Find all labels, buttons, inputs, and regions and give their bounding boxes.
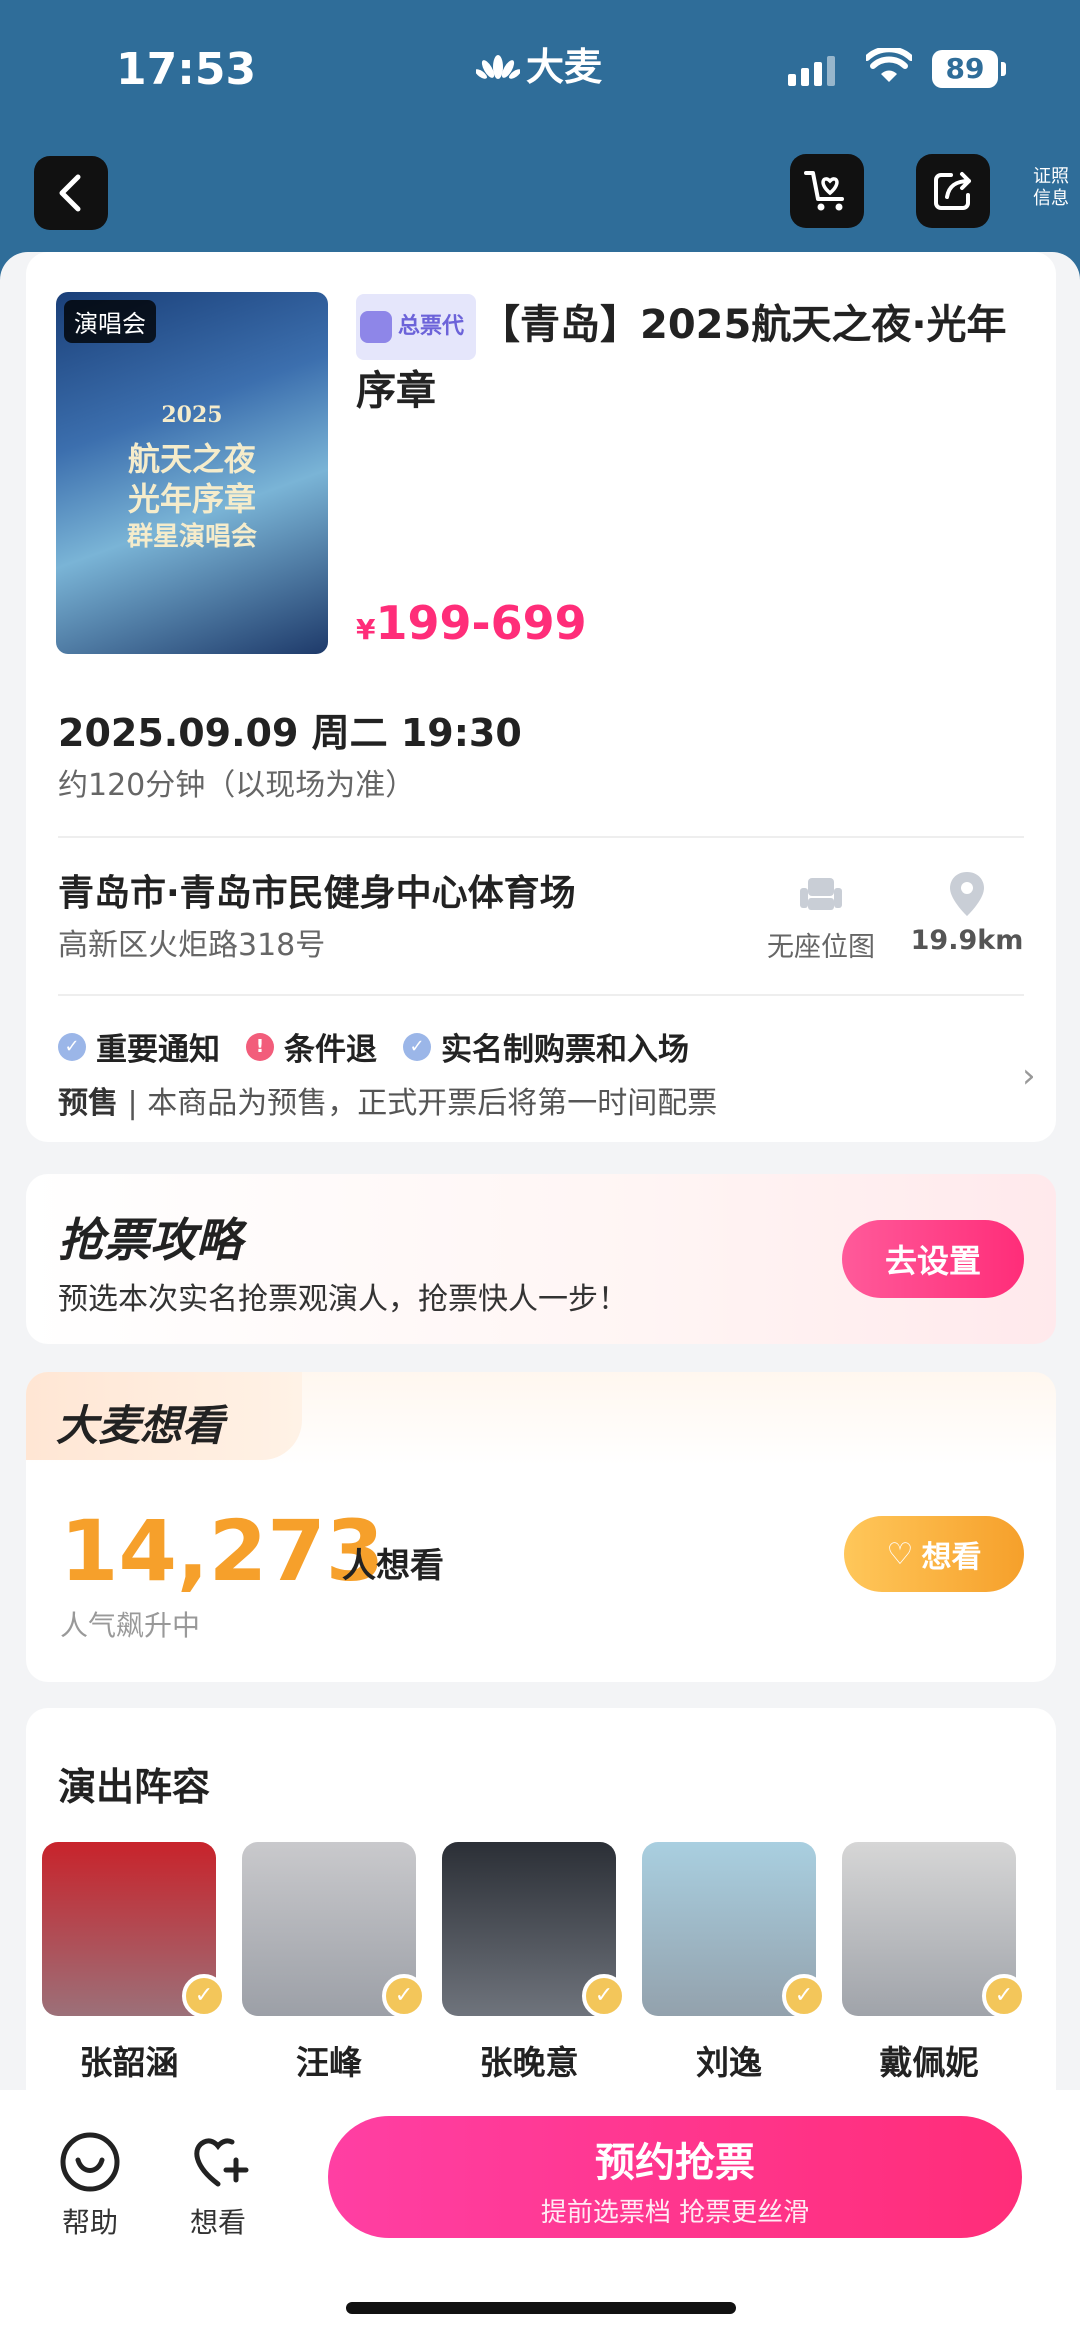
cart-button[interactable] bbox=[790, 154, 864, 228]
follow-badge-icon[interactable]: ✓ bbox=[582, 1974, 626, 2018]
poster-year: 2025 bbox=[161, 402, 223, 428]
reserve-ticket-label: 预约抢票 bbox=[595, 2140, 755, 2186]
event-info-card: 演唱会 2025 航天之夜 光年序章 群星演唱会 总票代 【青岛】2025航天之夜… bbox=[26, 252, 1056, 1142]
follow-badge-icon[interactable]: ✓ bbox=[182, 1974, 226, 2018]
event-duration: 约120分钟（以现场为准） bbox=[58, 768, 416, 803]
follow-badge-icon[interactable]: ✓ bbox=[382, 1974, 426, 2018]
want-count: 14,273 bbox=[60, 1502, 385, 1600]
share-icon bbox=[934, 172, 971, 210]
presale-text: | 本商品为预售，正式开票后将第一时间配票 bbox=[127, 1086, 718, 1121]
go-settings-button[interactable]: 去设置 bbox=[842, 1220, 1024, 1298]
brand-text: 大麦 bbox=[526, 45, 603, 89]
lineup-card: 演出阵容 ✓张韶涵✓汪峰✓张晚意✓刘逸云/A...✓戴佩妮 bbox=[26, 1708, 1056, 2130]
seat-map-label: 无座位图 bbox=[767, 932, 875, 963]
artist-photo: ✓ bbox=[642, 1842, 826, 2018]
agent-badge-label: 总票代 bbox=[398, 314, 465, 339]
venue-address: 高新区火炬路318号 bbox=[58, 928, 326, 963]
battery-indicator: 89 bbox=[932, 50, 1006, 88]
artist-card[interactable]: ✓ 戴佩妮 bbox=[842, 1842, 1026, 2084]
distance-value: 19.9km bbox=[910, 925, 1024, 956]
artist-name: 张韶涵 bbox=[79, 2043, 179, 2082]
help-button[interactable]: 帮助 bbox=[50, 2130, 130, 2241]
want-to-see-card: 大麦想看 14,273 人想看 人气飙升中 ♡ 想看 bbox=[26, 1372, 1056, 1682]
reserve-ticket-button[interactable]: 预约抢票 提前选票档 抢票更丝滑 bbox=[328, 2116, 1022, 2238]
chevron-right-icon[interactable]: › bbox=[1022, 1056, 1036, 1096]
artist-photo: ✓ bbox=[442, 1842, 626, 2018]
notice-label: 实名制购票和入场 bbox=[441, 1032, 689, 1068]
artist-name: 汪峰 bbox=[296, 2043, 362, 2082]
notice-list[interactable]: ✓ 重要通知 ! 条件退 ✓ 实名制购票和入场 bbox=[58, 1024, 715, 1069]
artist-card[interactable]: ✓ 张晚意 bbox=[442, 1842, 626, 2084]
location-pin-icon bbox=[950, 872, 984, 916]
cart-icon bbox=[804, 171, 844, 211]
poster-category-tag: 演唱会 bbox=[64, 300, 156, 343]
artist-photo: ✓ bbox=[842, 1842, 1026, 2018]
chevron-left-icon bbox=[59, 174, 81, 212]
help-label: 帮助 bbox=[61, 2206, 118, 2239]
help-face-icon bbox=[60, 2132, 120, 2192]
divider bbox=[58, 994, 1024, 996]
check-icon: ✓ bbox=[403, 1032, 431, 1061]
price-value: 199-699 bbox=[375, 596, 587, 650]
follow-badge-icon[interactable]: ✓ bbox=[982, 1974, 1026, 2018]
popularity-text: 人气飙升中 bbox=[60, 1609, 201, 1642]
signal-icon bbox=[788, 56, 835, 86]
notice-label: 条件退 bbox=[284, 1032, 377, 1068]
event-title: 总票代 【青岛】2025航天之夜·光年序章 bbox=[356, 294, 1036, 422]
want-button-label: 想看 bbox=[921, 1540, 982, 1575]
grab-strategy-card: 抢票攻略 预选本次实名抢票观演人，抢票快人一步！ 去设置 bbox=[26, 1174, 1056, 1344]
artist-photo: ✓ bbox=[42, 1842, 226, 2018]
bottom-want-label: 想看 bbox=[189, 2206, 246, 2239]
artist-card[interactable]: ✓刘逸云/A... bbox=[642, 1842, 826, 2132]
want-button[interactable]: ♡ 想看 bbox=[844, 1516, 1024, 1592]
status-time: 17:53 bbox=[116, 44, 257, 95]
detail-sheet: 演唱会 2025 航天之夜 光年序章 群星演唱会 总票代 【青岛】2025航天之夜… bbox=[0, 252, 1080, 2338]
lineup-title: 演出阵容 bbox=[58, 1765, 211, 1809]
want-section-title: 大麦想看 bbox=[26, 1372, 302, 1460]
agent-badge: 总票代 bbox=[356, 294, 477, 360]
currency-symbol: ¥ bbox=[356, 613, 376, 646]
price-range: ¥199-699 bbox=[356, 596, 587, 650]
cert-info-link[interactable]: 证照信息 bbox=[1026, 166, 1076, 210]
status-bar: 17:53 大麦 89 bbox=[0, 0, 1080, 140]
artist-card[interactable]: ✓ 汪峰 bbox=[242, 1842, 426, 2084]
bottom-want-button[interactable]: 想看 bbox=[178, 2130, 258, 2241]
poster-line: 光年序章 bbox=[127, 480, 256, 518]
reserve-ticket-sublabel: 提前选票档 抢票更丝滑 bbox=[540, 2198, 810, 2228]
check-icon: ✓ bbox=[58, 1032, 86, 1061]
heart-plus-icon bbox=[194, 2138, 249, 2187]
share-button[interactable] bbox=[916, 154, 990, 228]
divider bbox=[58, 836, 1024, 838]
notice-label: 重要通知 bbox=[96, 1032, 220, 1068]
notice-item: ✓ 重要通知 bbox=[58, 1024, 220, 1069]
presale-info: 预售 | 本商品为预售，正式开票后将第一时间配票 bbox=[58, 1078, 717, 1122]
poster-line: 群星演唱会 bbox=[126, 522, 257, 552]
artist-card[interactable]: ✓ 张韶涵 bbox=[42, 1842, 226, 2084]
wifi-icon bbox=[866, 48, 912, 82]
presale-label: 预售 bbox=[58, 1086, 118, 1121]
home-indicator[interactable] bbox=[346, 2302, 736, 2314]
distance-button[interactable]: 19.9km bbox=[902, 870, 1032, 956]
event-datetime: 2025.09.09 周二 19:30 bbox=[58, 711, 522, 755]
notice-item: ✓ 实名制购票和入场 bbox=[403, 1024, 689, 1069]
want-count-label: 人想看 bbox=[342, 1546, 444, 1586]
event-poster[interactable]: 演唱会 2025 航天之夜 光年序章 群星演唱会 bbox=[56, 292, 328, 654]
seat-icon bbox=[800, 878, 842, 910]
alert-icon: ! bbox=[246, 1032, 274, 1061]
seat-map-button[interactable]: 无座位图 bbox=[746, 874, 896, 964]
artist-name: 张晚意 bbox=[479, 2043, 579, 2082]
heart-plus-icon: ♡ bbox=[886, 1536, 914, 1572]
venue-name[interactable]: 青岛市·青岛市民健身中心体育场 bbox=[58, 864, 576, 916]
notice-item: ! 条件退 bbox=[246, 1024, 377, 1069]
damai-badge-icon bbox=[360, 311, 392, 343]
grab-strategy-title: 抢票攻略 bbox=[58, 1213, 242, 1267]
app-brand: 大麦 bbox=[476, 36, 602, 91]
grab-strategy-subtitle: 预选本次实名抢票观演人，抢票快人一步！ bbox=[58, 1282, 628, 1317]
back-button[interactable] bbox=[34, 156, 108, 230]
artist-name: 戴佩妮 bbox=[879, 2043, 979, 2082]
artist-photo: ✓ bbox=[242, 1842, 426, 2018]
damai-logo-icon bbox=[476, 54, 520, 79]
follow-badge-icon[interactable]: ✓ bbox=[782, 1974, 826, 2018]
